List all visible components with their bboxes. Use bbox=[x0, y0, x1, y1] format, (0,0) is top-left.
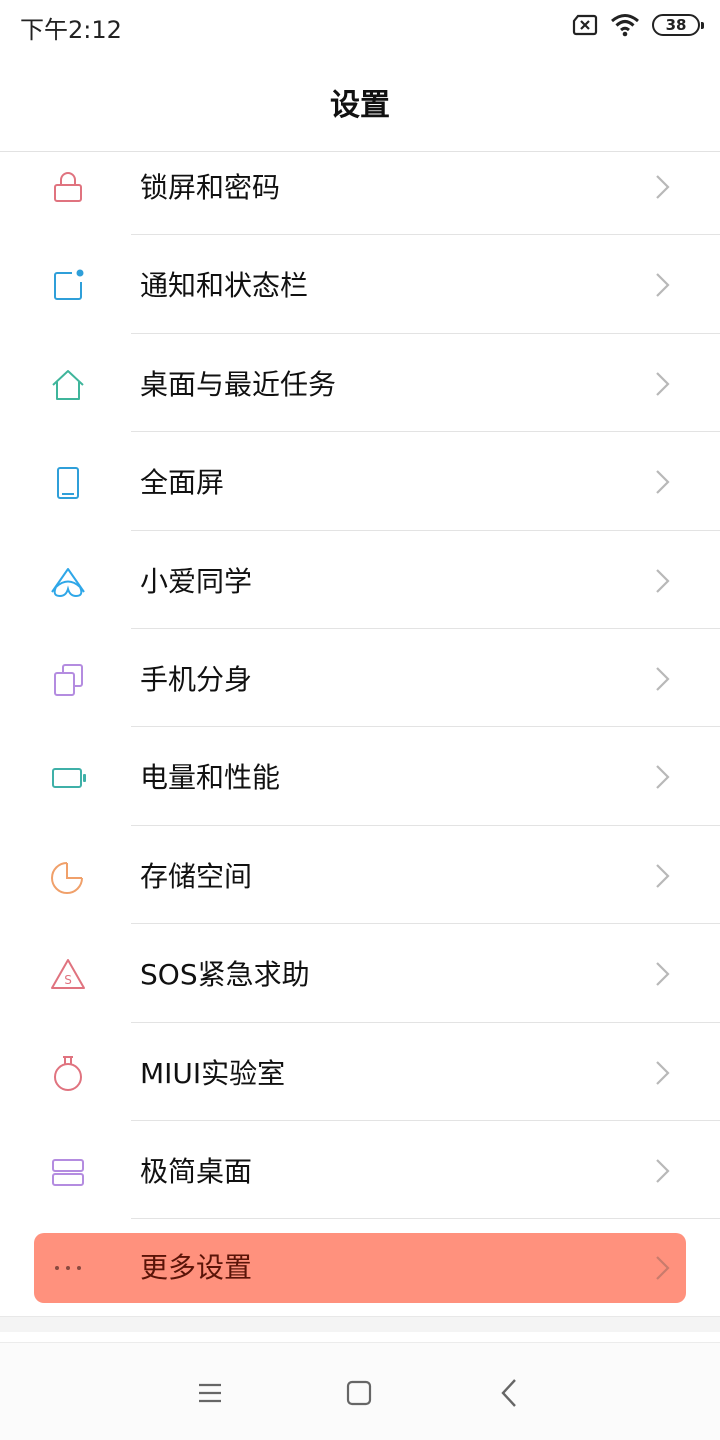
settings-item-label: 锁屏和密码 bbox=[140, 171, 281, 204]
phone-screen-icon bbox=[57, 467, 79, 500]
settings-item-more[interactable]: 更多设置 bbox=[34, 1233, 686, 1303]
chevron-right-icon bbox=[656, 568, 670, 593]
settings-item-storage[interactable]: 存储空间 bbox=[0, 826, 720, 925]
lab-flask-icon bbox=[54, 1055, 82, 1091]
settings-list: 锁屏和密码 通知和状态栏 桌面与最近任务 全面屏 小爱同学 手机分身 电量和性能… bbox=[0, 137, 720, 1220]
chevron-right-icon bbox=[656, 1256, 670, 1280]
settings-item-miui-lab[interactable]: MIUI实验室 bbox=[0, 1023, 720, 1121]
xiaoai-icon bbox=[51, 567, 85, 597]
simple-desktop-icon bbox=[52, 1158, 84, 1186]
chevron-right-icon bbox=[656, 470, 670, 494]
chevron-right-icon bbox=[656, 1060, 670, 1085]
settings-item-label: 手机分身 bbox=[140, 662, 253, 696]
settings-item-label: 存储空间 bbox=[140, 859, 253, 893]
dual-space-icon bbox=[54, 663, 83, 696]
settings-item-dual-space[interactable]: 手机分身 bbox=[0, 629, 720, 728]
status-bar: 下午2:12 38 bbox=[0, 0, 720, 52]
chevron-right-icon bbox=[656, 175, 670, 199]
settings-item-label: 更多设置 bbox=[140, 1251, 253, 1284]
home-square-icon[interactable] bbox=[341, 1375, 377, 1411]
settings-item-full-screen[interactable]: 全面屏 bbox=[0, 432, 720, 531]
menu-icon[interactable] bbox=[192, 1375, 228, 1411]
settings-item-label: 电量和性能 bbox=[140, 761, 281, 795]
storage-pie-icon bbox=[51, 861, 83, 894]
settings-item-sos[interactable]: S SOS紧急求助 bbox=[0, 924, 720, 1023]
settings-item-notifications[interactable]: 通知和状态栏 bbox=[0, 235, 720, 334]
settings-item-lock-screen[interactable]: 锁屏和密码 bbox=[0, 137, 720, 236]
sos-icon: S bbox=[51, 959, 85, 990]
wifi-icon bbox=[611, 14, 639, 37]
section-gap bbox=[0, 1316, 720, 1332]
divider bbox=[131, 1218, 720, 1220]
settings-item-home-screen[interactable]: 桌面与最近任务 bbox=[0, 334, 720, 433]
navigation-bar bbox=[0, 1342, 720, 1440]
settings-item-label: 通知和状态栏 bbox=[140, 269, 309, 303]
chevron-right-icon bbox=[656, 273, 670, 298]
chevron-right-icon bbox=[656, 667, 670, 691]
settings-item-label: SOS紧急求助 bbox=[140, 958, 310, 992]
page-title: 设置 bbox=[330, 87, 390, 123]
chevron-right-icon bbox=[656, 765, 670, 790]
back-icon[interactable] bbox=[492, 1375, 528, 1411]
lock-icon bbox=[54, 172, 82, 202]
settings-item-label: 极简桌面 bbox=[140, 1154, 253, 1188]
settings-item-battery[interactable]: 电量和性能 bbox=[0, 727, 720, 826]
sim-missing-icon bbox=[572, 14, 598, 36]
settings-item-label: MIUI实验室 bbox=[140, 1056, 286, 1090]
settings-item-label: 小爱同学 bbox=[140, 564, 253, 598]
status-time: 下午2:12 bbox=[20, 16, 122, 44]
notification-icon bbox=[54, 269, 84, 301]
status-icons: 38 bbox=[572, 12, 704, 38]
settings-item-label: 全面屏 bbox=[140, 466, 225, 500]
settings-item-simple-desktop[interactable]: 极简桌面 bbox=[0, 1121, 720, 1220]
chevron-right-icon bbox=[656, 372, 670, 396]
more-dots-icon bbox=[55, 1266, 81, 1270]
battery-indicator: 38 bbox=[652, 14, 704, 36]
chevron-right-icon bbox=[656, 962, 670, 986]
svg-text:S: S bbox=[64, 973, 72, 987]
settings-item-xiaoai[interactable]: 小爱同学 bbox=[0, 531, 720, 629]
battery-level: 38 bbox=[665, 16, 687, 34]
battery-icon bbox=[52, 768, 86, 789]
settings-item-label: 桌面与最近任务 bbox=[140, 367, 337, 401]
chevron-right-icon bbox=[656, 863, 670, 888]
home-icon bbox=[52, 369, 84, 400]
chevron-right-icon bbox=[656, 1159, 670, 1183]
